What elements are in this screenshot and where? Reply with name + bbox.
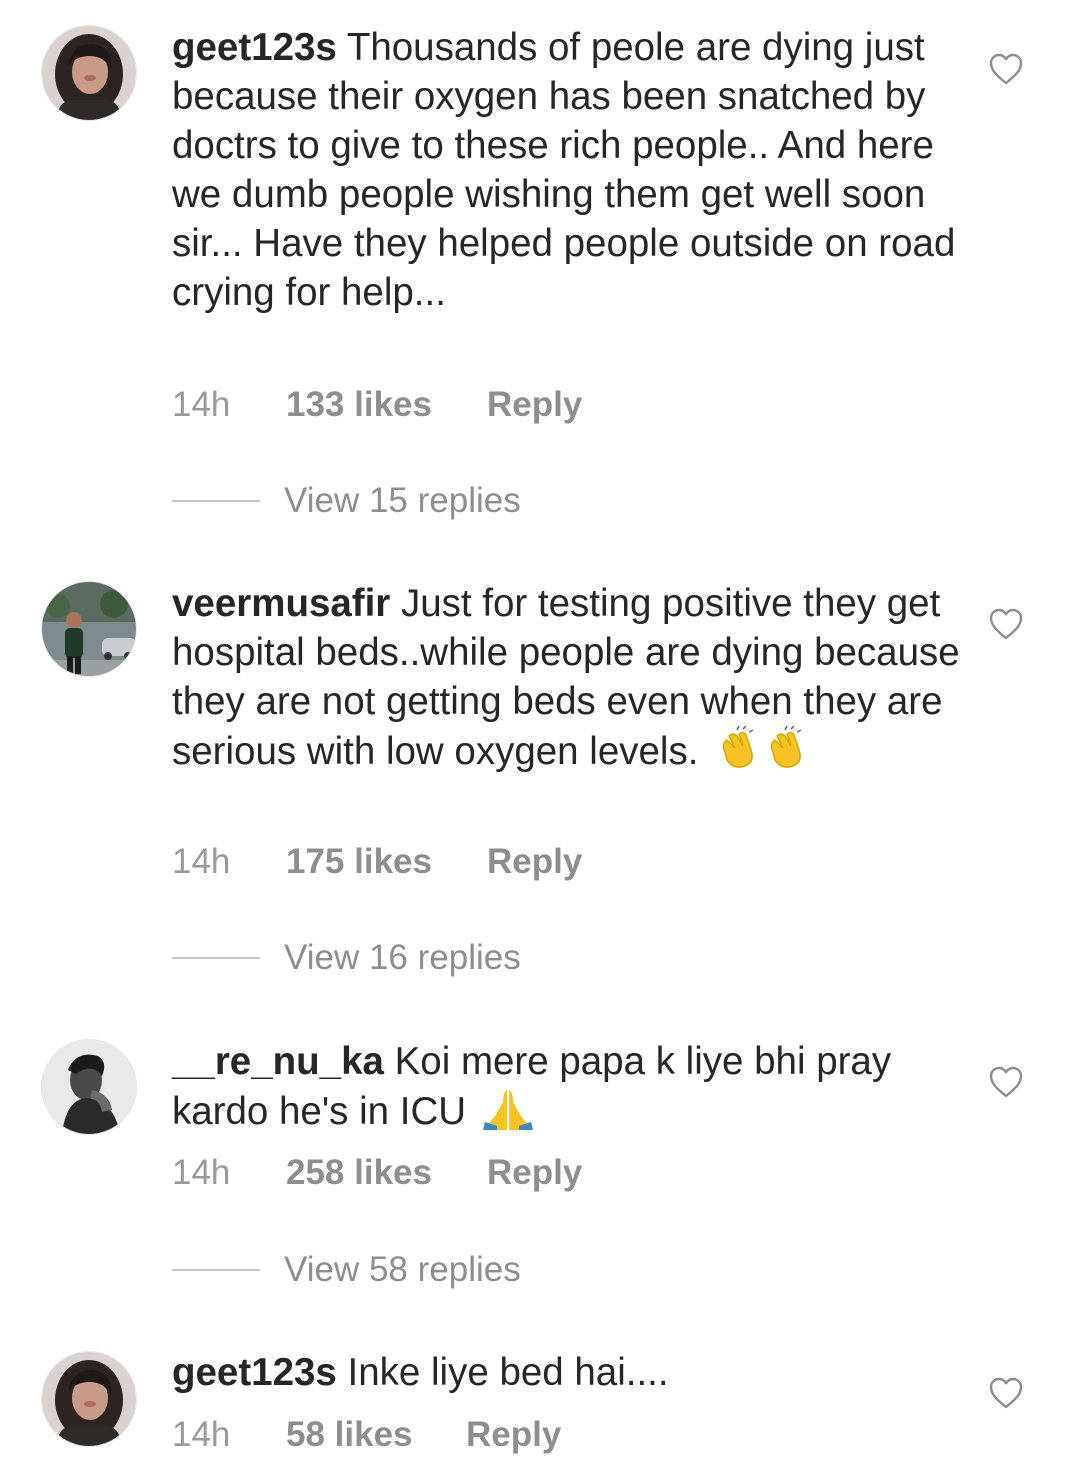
avatar-image	[42, 1352, 136, 1446]
user-avatar[interactable]	[42, 26, 136, 120]
comment-text: geet123s Thousands of peole are dying ju…	[172, 23, 962, 317]
view-replies-button[interactable]: View 58 replies	[172, 1248, 772, 1292]
comment-body: Thousands of peole are dying just becaus…	[172, 26, 956, 314]
avatar-image	[42, 582, 136, 676]
comment-time: 14h	[172, 1415, 231, 1454]
replies-divider	[172, 957, 260, 959]
reply-button[interactable]: Reply	[487, 383, 582, 427]
user-avatar[interactable]	[42, 1352, 136, 1446]
comment-likes[interactable]: 175 likes	[286, 840, 432, 884]
comment-likes[interactable]: 133 likes	[286, 383, 432, 427]
reply-button[interactable]: Reply	[487, 840, 582, 884]
user-avatar[interactable]	[42, 1040, 136, 1134]
replies-divider	[172, 500, 260, 502]
comment-likes[interactable]: 58 likes	[286, 1413, 413, 1457]
view-replies-label: View 15 replies	[284, 481, 521, 520]
clapping-hands-emoji	[715, 726, 759, 770]
comment-username[interactable]: __re_nu_ka	[172, 1040, 384, 1083]
comment-time: 14h	[172, 385, 231, 424]
view-replies-label: View 16 replies	[284, 938, 521, 977]
view-replies-label: View 58 replies	[284, 1250, 521, 1289]
avatar-image	[42, 26, 136, 120]
comment-username[interactable]: geet123s	[172, 26, 337, 69]
view-replies-button[interactable]: View 15 replies	[172, 479, 772, 523]
heart-icon[interactable]	[988, 607, 1024, 641]
comment-text: veermusafir Just for testing positive th…	[172, 579, 962, 776]
comment-time: 14h	[172, 1153, 231, 1192]
comment-time: 14h	[172, 842, 231, 881]
comment-text: __re_nu_ka Koi mere papa k liye bhi pray…	[172, 1037, 962, 1136]
comment-body: Inke liye bed hai....	[347, 1351, 669, 1394]
avatar-image	[42, 1040, 136, 1134]
view-replies-button[interactable]: View 16 replies	[172, 936, 772, 980]
heart-icon[interactable]	[988, 1065, 1024, 1099]
comments-list: geet123s Thousands of peole are dying ju…	[0, 0, 1080, 1478]
comment-username[interactable]: veermusafir	[172, 582, 390, 625]
clapping-hands-emoji	[763, 726, 807, 770]
reply-button[interactable]: Reply	[487, 1151, 582, 1195]
replies-divider	[172, 1269, 260, 1271]
user-avatar[interactable]	[42, 582, 136, 676]
folded-hands-emoji	[483, 1086, 533, 1130]
heart-icon[interactable]	[988, 1376, 1024, 1410]
comment-likes[interactable]: 258 likes	[286, 1151, 432, 1195]
comment-username[interactable]: geet123s	[172, 1351, 337, 1394]
comment-text: geet123s Inke liye bed hai....	[172, 1348, 962, 1397]
reply-button[interactable]: Reply	[466, 1413, 561, 1457]
heart-icon[interactable]	[988, 52, 1024, 86]
